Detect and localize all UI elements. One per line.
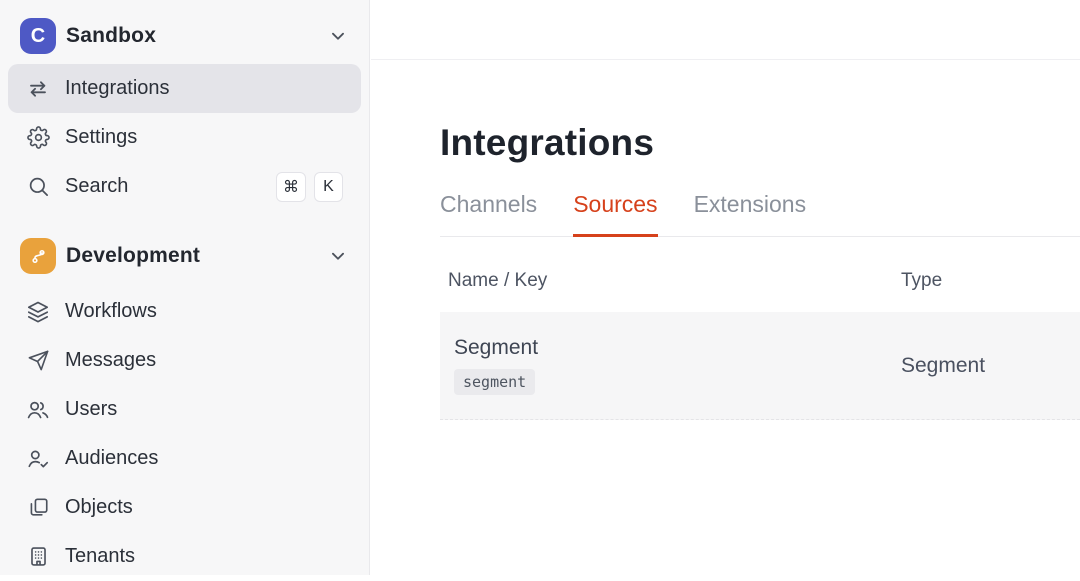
sidebar-item-label: Tenants	[65, 545, 135, 568]
development-section-label: Development	[66, 244, 200, 268]
tab-bar: Channels Sources Extensions	[440, 191, 1080, 237]
source-key-badge: segment	[454, 369, 535, 395]
person-check-icon	[26, 447, 50, 471]
sidebar-item-objects[interactable]: Objects	[8, 483, 361, 532]
chevron-down-icon	[327, 25, 349, 47]
page-title: Integrations	[440, 122, 1080, 164]
courier-logo: C	[20, 18, 56, 54]
tab-sources[interactable]: Sources	[573, 191, 657, 237]
chevron-down-icon	[327, 245, 349, 267]
search-shortcut: ⌘ K	[276, 172, 343, 202]
table-row[interactable]: Segment segment Segment	[440, 312, 1080, 420]
sidebar: C Sandbox Integrations Settings Search ⌘…	[0, 0, 370, 575]
column-header-name-key: Name / Key	[440, 270, 893, 292]
search-icon	[26, 175, 50, 199]
sidebar-item-settings[interactable]: Settings	[8, 113, 361, 162]
pages-icon	[26, 496, 50, 520]
source-type: Segment	[901, 354, 985, 378]
gear-icon	[26, 126, 50, 150]
top-bar	[371, 0, 1080, 60]
source-name: Segment	[454, 336, 893, 360]
column-header-type: Type	[893, 270, 1080, 292]
sidebar-item-tenants[interactable]: Tenants	[8, 532, 361, 581]
integrations-page: Integrations Channels Sources Extensions…	[371, 122, 1080, 420]
tab-extensions[interactable]: Extensions	[694, 191, 807, 237]
paper-plane-icon	[26, 349, 50, 373]
sidebar-item-label: Workflows	[65, 300, 157, 323]
workspace-switcher[interactable]: C Sandbox	[0, 8, 369, 64]
building-icon	[26, 545, 50, 569]
sidebar-item-audiences[interactable]: Audiences	[8, 434, 361, 483]
sidebar-item-messages[interactable]: Messages	[8, 336, 361, 385]
sidebar-item-integrations[interactable]: Integrations	[8, 64, 361, 113]
source-name-cell: Segment segment	[440, 336, 893, 395]
main-area: Integrations Channels Sources Extensions…	[371, 0, 1080, 575]
sidebar-item-label: Users	[65, 398, 117, 421]
sidebar-item-search[interactable]: Search ⌘ K	[8, 162, 361, 211]
development-section-switcher[interactable]: Development	[0, 225, 369, 287]
swap-arrows-icon	[26, 77, 50, 101]
sidebar-item-label: Audiences	[65, 447, 158, 470]
sidebar-item-label: Messages	[65, 349, 156, 372]
workspace-name: Sandbox	[66, 24, 156, 48]
sidebar-item-label: Settings	[65, 126, 137, 149]
layers-icon	[26, 300, 50, 324]
table-header: Name / Key Type	[440, 237, 1080, 312]
cmd-keycap: ⌘	[276, 172, 306, 202]
source-type-cell: Segment	[893, 336, 1080, 395]
sidebar-item-users[interactable]: Users	[8, 385, 361, 434]
users-icon	[26, 398, 50, 422]
sidebar-item-label: Search	[65, 175, 128, 198]
development-icon	[20, 238, 56, 274]
tab-channels[interactable]: Channels	[440, 191, 537, 237]
sidebar-item-label: Integrations	[65, 77, 170, 100]
sidebar-item-workflows[interactable]: Workflows	[8, 287, 361, 336]
sidebar-item-label: Objects	[65, 496, 133, 519]
k-keycap: K	[314, 172, 343, 202]
